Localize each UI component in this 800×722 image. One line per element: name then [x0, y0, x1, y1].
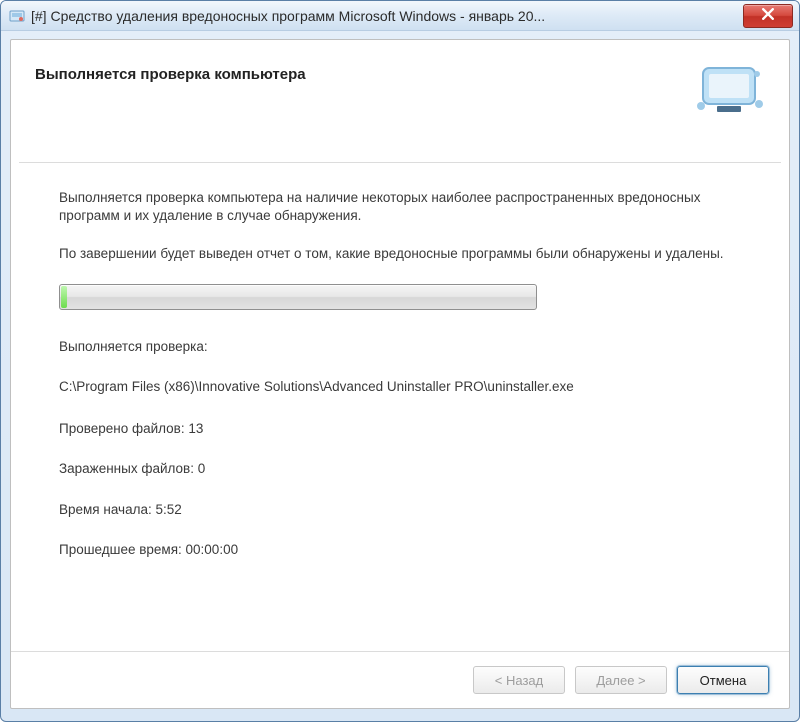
description-1: Выполняется проверка компьютера на налич… [59, 189, 741, 225]
window-title: [#] Средство удаления вредоносных програ… [31, 8, 743, 24]
progress-fill [61, 286, 67, 308]
wizard-header: Выполняется проверка компьютера [11, 40, 789, 146]
start-time-value: 5:52 [155, 502, 181, 517]
description-2: По завершении будет выведен отчет о том,… [59, 245, 741, 263]
client-area: Выполняется проверка компьютера Выполняе… [10, 39, 790, 709]
start-time: Время начала: 5:52 [59, 501, 741, 519]
current-path: C:\Program Files (x86)\Innovative Soluti… [59, 378, 741, 396]
cancel-button[interactable]: Отмена [677, 666, 769, 694]
status-block: Выполняется проверка: C:\Program Files (… [59, 338, 741, 559]
window-frame: [#] Средство удаления вредоносных програ… [0, 0, 800, 722]
files-infected: Зараженных файлов: 0 [59, 460, 741, 478]
page-title: Выполняется проверка компьютера [35, 66, 693, 83]
start-time-label: Время начала: [59, 502, 152, 517]
elapsed-time-label: Прошедшее время: [59, 542, 182, 557]
files-scanned-value: 13 [188, 421, 203, 436]
files-scanned: Проверено файлов: 13 [59, 420, 741, 438]
files-infected-value: 0 [198, 461, 206, 476]
scanning-label: Выполняется проверка: [59, 338, 741, 356]
titlebar[interactable]: [#] Средство удаления вредоносных програ… [1, 1, 799, 31]
elapsed-time-value: 00:00:00 [186, 542, 239, 557]
back-button: < Назад [473, 666, 565, 694]
progress-bar [59, 284, 537, 310]
files-infected-label: Зараженных файлов: [59, 461, 194, 476]
files-scanned-label: Проверено файлов: [59, 421, 185, 436]
monitor-scan-icon [693, 62, 765, 118]
app-icon [9, 8, 25, 24]
close-button[interactable] [743, 4, 793, 28]
wizard-footer: < Назад Далее > Отмена [11, 651, 789, 708]
close-icon [762, 8, 774, 23]
elapsed-time: Прошедшее время: 00:00:00 [59, 541, 741, 559]
wizard-body: Выполняется проверка компьютера на налич… [11, 163, 789, 651]
next-button: Далее > [575, 666, 667, 694]
